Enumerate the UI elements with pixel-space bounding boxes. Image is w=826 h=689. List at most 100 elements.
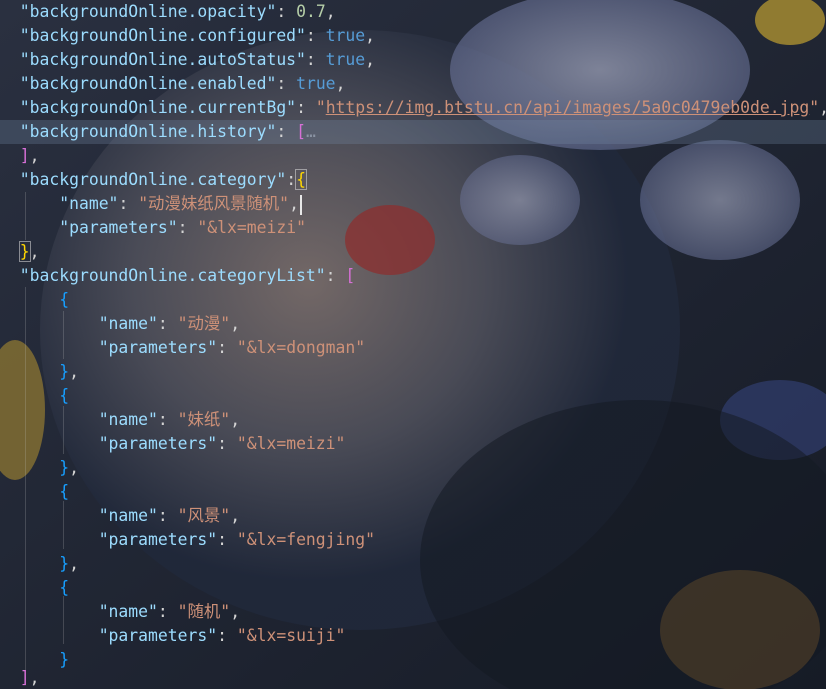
json-key: "name" xyxy=(59,194,119,213)
json-key: "backgroundOnline.autoStatus" xyxy=(19,50,306,69)
code-line-item-params[interactable]: "parameters": "&lx=meizi" xyxy=(0,432,826,456)
open-bracket: [ xyxy=(296,122,306,141)
separator: : xyxy=(177,218,198,237)
json-value-string: "风景" xyxy=(177,506,231,525)
code-line-item-name[interactable]: "name": "动漫", xyxy=(0,312,826,336)
separator: : xyxy=(305,26,326,45)
comma: , xyxy=(289,194,299,213)
comma: , xyxy=(230,602,241,621)
json-key: "parameters" xyxy=(59,218,178,237)
comma: , xyxy=(230,314,241,333)
open-brace: { xyxy=(295,169,307,190)
code-line-item-params[interactable]: "parameters": "&lx=fengjing" xyxy=(0,528,826,552)
separator: : xyxy=(157,602,178,621)
close-brace: } xyxy=(18,241,31,262)
code-line-currentbg[interactable]: "backgroundOnline.currentBg": "https://i… xyxy=(0,96,826,120)
json-key: "backgroundOnline.category" xyxy=(19,170,287,189)
json-value-boolean: true xyxy=(325,26,366,45)
json-key: "name" xyxy=(98,410,158,429)
code-line-item-open[interactable]: { xyxy=(0,576,826,600)
code-line-category-params[interactable]: "parameters": "&lx=meizi" xyxy=(0,216,826,240)
json-value-string: "动漫妹纸风景随机" xyxy=(138,194,290,213)
json-key: "name" xyxy=(98,602,158,621)
open-brace: { xyxy=(59,386,70,405)
json-key: "backgroundOnline.opacity" xyxy=(19,2,277,21)
json-value-string: "随机" xyxy=(177,602,231,621)
comma: , xyxy=(69,458,79,477)
code-line-categorylist[interactable]: "backgroundOnline.categoryList": [ xyxy=(0,264,826,288)
close-brace: } xyxy=(59,554,70,573)
code-line-item-name[interactable]: "name": "妹纸", xyxy=(0,408,826,432)
string-quote: " xyxy=(315,98,326,117)
json-value-string: "&lx=suiji" xyxy=(236,626,346,645)
code-line-opacity[interactable]: "backgroundOnline.opacity": 0.7, xyxy=(0,0,826,24)
separator: : xyxy=(286,170,297,189)
open-bracket: [ xyxy=(345,266,356,285)
code-line-item-name[interactable]: "name": "随机", xyxy=(0,600,826,624)
code-line-category-name[interactable]: "name": "动漫妹纸风景随机", xyxy=(0,192,826,216)
code-line-categorylist-close[interactable]: ], xyxy=(0,666,826,689)
code-line-history[interactable]: "backgroundOnline.history": [… xyxy=(0,120,826,144)
separator: : xyxy=(325,266,346,285)
code-editor[interactable]: "backgroundOnline.opacity": 0.7, "backgr… xyxy=(0,0,826,689)
separator: : xyxy=(118,194,139,213)
separator: : xyxy=(157,410,178,429)
json-key: "parameters" xyxy=(98,434,218,453)
json-key: "parameters" xyxy=(98,530,218,549)
json-value-number: 0.7 xyxy=(296,2,326,21)
json-key: "backgroundOnline.currentBg" xyxy=(19,98,297,117)
close-bracket: ] xyxy=(19,668,30,687)
code-line-configured[interactable]: "backgroundOnline.configured": true, xyxy=(0,24,826,48)
code-line-item-close[interactable]: }, xyxy=(0,552,826,576)
url-link[interactable]: https://img.btstu.cn/api/images/5a0c0479… xyxy=(326,98,810,117)
comma: , xyxy=(69,362,79,381)
separator: : xyxy=(276,2,297,21)
comma: , xyxy=(230,410,241,429)
json-value-string: "&lx=meizi" xyxy=(236,434,346,453)
code-line-item-params[interactable]: "parameters": "&lx=suiji" xyxy=(0,624,826,648)
code-line-item-close[interactable]: }, xyxy=(0,360,826,384)
code-line-item-open[interactable]: { xyxy=(0,384,826,408)
comma: , xyxy=(365,50,376,69)
code-line-category[interactable]: "backgroundOnline.category":{ xyxy=(0,168,826,192)
comma: , xyxy=(29,242,40,261)
separator: : xyxy=(305,50,326,69)
code-line-category-close[interactable]: }, xyxy=(0,240,826,264)
comma: , xyxy=(335,74,346,93)
json-value-string: "&lx=fengjing" xyxy=(236,530,376,549)
comma: , xyxy=(230,506,241,525)
separator: : xyxy=(217,338,237,357)
code-line-enabled[interactable]: "backgroundOnline.enabled": true, xyxy=(0,72,826,96)
comma: , xyxy=(365,26,376,45)
json-key: "backgroundOnline.history" xyxy=(19,122,277,141)
separator: : xyxy=(157,506,178,525)
json-value-boolean: true xyxy=(296,74,336,93)
separator: : xyxy=(157,314,178,333)
open-brace: { xyxy=(59,578,70,597)
folded-ellipsis[interactable]: … xyxy=(306,122,316,141)
text-cursor xyxy=(299,194,302,215)
code-line-item-open[interactable]: { xyxy=(0,288,826,312)
separator: : xyxy=(276,74,297,93)
close-brace: } xyxy=(59,458,70,477)
string-quote: " xyxy=(809,98,820,117)
json-key: "name" xyxy=(98,506,158,525)
separator: : xyxy=(296,98,316,117)
json-value-string: "妹纸" xyxy=(177,410,231,429)
code-line-item-open[interactable]: { xyxy=(0,480,826,504)
close-bracket: ] xyxy=(19,146,30,165)
code-line-item-close[interactable]: }, xyxy=(0,456,826,480)
comma: , xyxy=(29,668,40,687)
code-line-item-name[interactable]: "name": "风景", xyxy=(0,504,826,528)
json-key: "backgroundOnline.configured" xyxy=(19,26,306,45)
comma: , xyxy=(819,98,826,117)
code-line-item-params[interactable]: "parameters": "&lx=dongman" xyxy=(0,336,826,360)
comma: , xyxy=(69,554,79,573)
json-value-boolean: true xyxy=(325,50,366,69)
json-key: "backgroundOnline.enabled" xyxy=(19,74,277,93)
close-brace: } xyxy=(59,362,70,381)
open-brace: { xyxy=(59,290,70,309)
comma: , xyxy=(29,146,40,165)
code-line-history-close[interactable]: ], xyxy=(0,144,826,168)
code-line-autostatus[interactable]: "backgroundOnline.autoStatus": true, xyxy=(0,48,826,72)
